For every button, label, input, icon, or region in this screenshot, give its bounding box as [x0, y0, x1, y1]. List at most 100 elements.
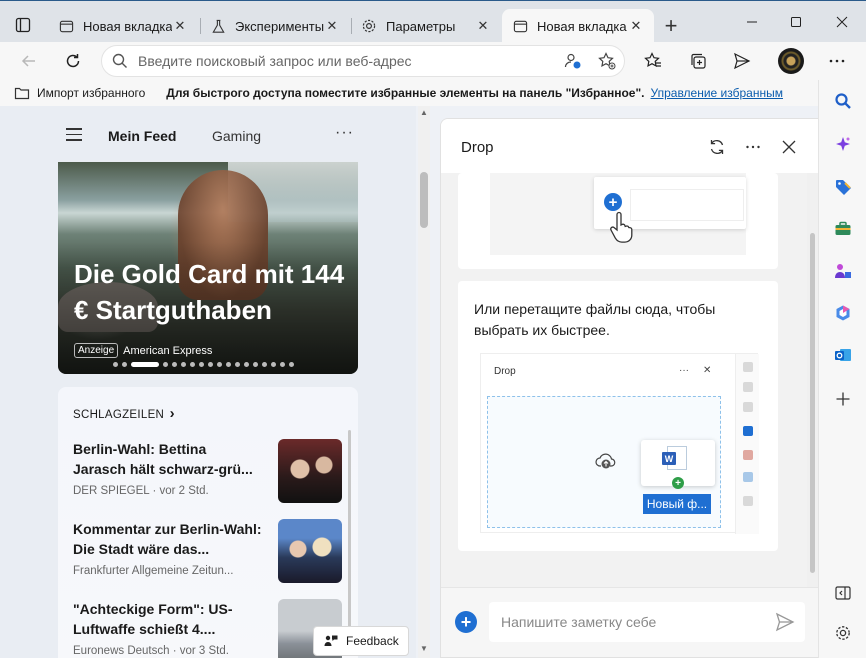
feed-more-button[interactable]: ···	[335, 124, 354, 142]
feedback-icon	[324, 635, 338, 646]
search-icon	[102, 53, 138, 69]
drop-close-button[interactable]	[777, 135, 801, 159]
sidebar-search-button[interactable]	[830, 88, 856, 114]
mini-close-icon: ✕	[703, 365, 712, 376]
close-icon[interactable]: ✕	[172, 18, 188, 34]
drag-files-text: Или перетащите файлы сюда, чтобы выбрать…	[474, 301, 716, 338]
minimize-button[interactable]	[730, 1, 774, 43]
news-meta: Frankfurter Allgemeine Zeitun...	[73, 565, 234, 577]
outlook-icon	[835, 349, 851, 361]
sidebar-office-button[interactable]	[830, 300, 856, 326]
person-sync-icon	[564, 53, 581, 69]
feed-tab-my-feed[interactable]: Mein Feed	[108, 128, 176, 144]
toolbox-icon	[835, 221, 851, 235]
close-icon[interactable]: ✕	[324, 18, 340, 34]
close-icon[interactable]: ✕	[628, 18, 644, 34]
news-feed: Mein Feed Gaming ··· Die Gold Card mit 1…	[0, 106, 416, 658]
sidebar-settings-button[interactable]	[830, 620, 856, 646]
menu-icon[interactable]	[66, 128, 82, 142]
drop-header: Drop	[441, 119, 818, 173]
folder-import-icon	[14, 87, 30, 100]
window-close-button[interactable]	[820, 1, 864, 43]
profile-sync-button[interactable]	[556, 47, 590, 75]
drop-scrollbar[interactable]	[807, 173, 818, 587]
new-tab-button[interactable]: +	[657, 13, 685, 39]
news-item[interactable]: "Achteckige Form": US-Luftwaffe schießt …	[73, 599, 343, 658]
drop-body: + Или перетащите файлы сюда, чтобы выбра…	[441, 173, 818, 587]
scroll-down-icon[interactable]: ▼	[418, 644, 430, 653]
mini-more-icon: ···	[679, 365, 689, 376]
plus-icon: +	[604, 193, 622, 211]
gear-icon	[836, 626, 850, 640]
drop-more-button[interactable]	[741, 135, 765, 159]
scroll-up-icon[interactable]: ▲	[418, 108, 430, 117]
sidebar-add-button[interactable]	[830, 386, 856, 412]
tab-settings[interactable]: Параметры ✕	[351, 9, 501, 43]
tab-experiments[interactable]: Эксперименты ✕	[200, 9, 350, 43]
address-input[interactable]	[138, 53, 556, 69]
sidebar-shopping-button[interactable]	[830, 174, 856, 200]
news-meta: Euronews Deutsch · vor 3 Std.	[73, 645, 229, 657]
tab-actions-button[interactable]	[8, 11, 38, 39]
headlines-title[interactable]: SCHLAGZEILEN ›	[73, 405, 175, 422]
news-item[interactable]: Kommentar zur Berlin-Wahl: Die Stadt wär…	[73, 519, 343, 589]
add-file-button[interactable]: +	[455, 611, 477, 633]
send-icon	[775, 612, 795, 632]
refresh-button[interactable]	[58, 46, 88, 76]
close-icon[interactable]: ✕	[475, 18, 491, 34]
headlines-label: SCHLAGZEILEN	[73, 409, 165, 421]
news-item[interactable]: Berlin-Wahl: Bettina Jarasch hält schwar…	[73, 439, 343, 509]
mini-word-file: W +	[641, 440, 715, 489]
feedback-button[interactable]: Feedback	[313, 626, 409, 656]
sidebar-copilot-button[interactable]	[830, 132, 856, 158]
collections-button[interactable]	[683, 46, 713, 76]
tab-label: Эксперименты	[235, 18, 324, 34]
chevron-right-icon: ›	[169, 405, 175, 422]
tab-label: Параметры	[386, 18, 456, 34]
hero-title: Die Gold Card mit 144 € Startguthaben	[74, 259, 345, 325]
news-title: Berlin-Wahl: Bettina Jarasch hält schwar…	[73, 441, 253, 477]
sync-icon	[710, 139, 724, 155]
news-meta: DER SPIEGEL · vor 2 Std.	[73, 485, 209, 497]
sync-button[interactable]	[705, 135, 729, 159]
drop-button[interactable]	[727, 46, 757, 76]
sidebar-games-button[interactable]	[830, 258, 856, 284]
sparkle-icon	[836, 137, 850, 151]
panel-collapse-icon	[835, 586, 851, 600]
feed-scrollbar[interactable]: ▲ ▼	[418, 106, 430, 658]
feed-tab-gaming[interactable]: Gaming	[212, 128, 261, 144]
sidebar-outlook-button[interactable]	[830, 342, 856, 368]
drop-footer: +	[441, 587, 818, 657]
tab-actions-icon	[15, 17, 31, 33]
close-icon	[782, 140, 796, 154]
add-favorite-button[interactable]	[590, 47, 624, 75]
ad-badge: Anzeige	[74, 343, 119, 358]
favorites-hint: Для быстрого доступа поместите избранные…	[166, 86, 645, 100]
maximize-icon	[791, 17, 801, 27]
manage-favorites-link[interactable]: Управление избранным	[651, 86, 783, 100]
drop-tip-card-add: +	[458, 173, 778, 269]
headlines-card: SCHLAGZEILEN › Berlin-Wahl: Bettina Jara…	[58, 387, 358, 658]
settings-more-button[interactable]	[822, 46, 852, 76]
import-favorites-button[interactable]: Импорт избранного	[14, 85, 145, 101]
more-horizontal-icon	[746, 145, 760, 149]
hero-ad-card[interactable]: Die Gold Card mit 144 € Startguthaben An…	[58, 162, 358, 374]
tab-new-active[interactable]: Новая вкладка ✕	[502, 9, 654, 43]
address-bar[interactable]	[101, 45, 625, 77]
send-note-button[interactable]	[765, 612, 805, 632]
headlines-scrollbar[interactable]	[348, 430, 351, 650]
sidebar-hide-button[interactable]	[830, 580, 856, 606]
news-title: Kommentar zur Berlin-Wahl: Die Stadt wär…	[73, 521, 262, 557]
sidebar-tools-button[interactable]	[830, 216, 856, 242]
note-input[interactable]	[489, 614, 765, 630]
drop-title: Drop	[461, 139, 494, 156]
mini-file-name: Новый ф...	[643, 494, 711, 514]
tab-new-1[interactable]: Новая вкладка ✕	[48, 9, 198, 43]
maximize-button[interactable]	[774, 1, 818, 43]
back-button[interactable]	[14, 46, 44, 76]
profile-avatar[interactable]	[778, 48, 804, 74]
note-box	[489, 602, 805, 642]
carousel-dots[interactable]	[113, 362, 298, 367]
favorites-button[interactable]	[638, 46, 668, 76]
page-content: Mein Feed Gaming ··· Die Gold Card mit 1…	[0, 106, 818, 658]
